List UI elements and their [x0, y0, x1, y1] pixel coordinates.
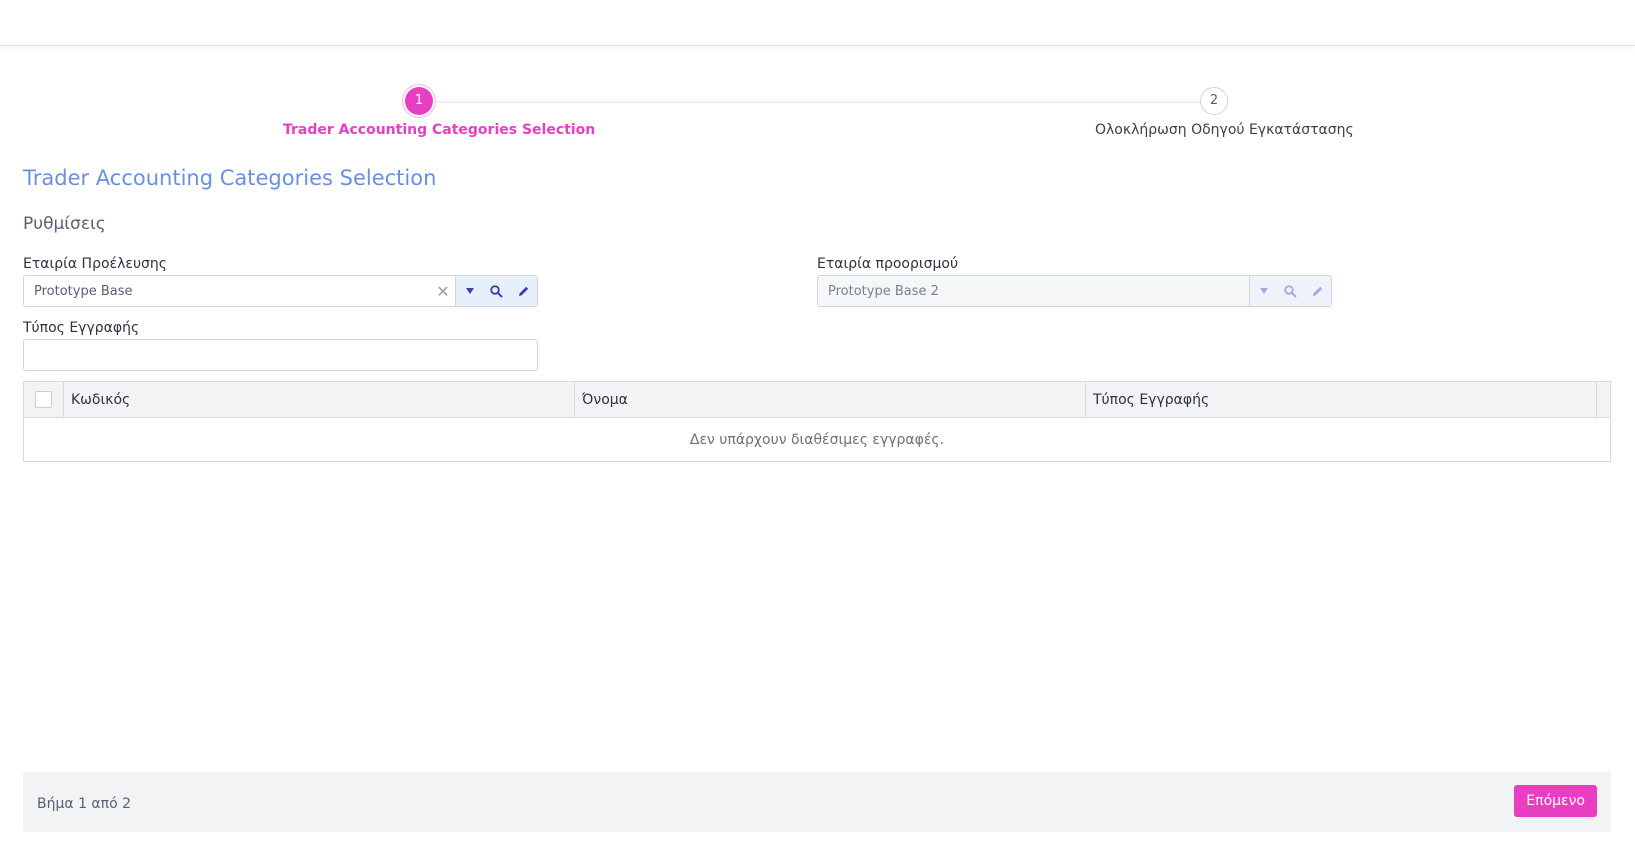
source-company-actions: [455, 276, 537, 306]
wizard-stepper: 1 Trader Accounting Categories Selection…: [0, 84, 1635, 144]
dropdown-caret-icon[interactable]: [456, 276, 483, 306]
step-1-label[interactable]: Trader Accounting Categories Selection: [283, 122, 595, 138]
records-grid: Κωδικός Όνομα Τύπος Εγγραφής Δεν υπάρχου…: [23, 381, 1611, 462]
record-type-input[interactable]: [23, 339, 538, 371]
step-2-label[interactable]: Ολοκλήρωση Οδηγού Εγκατάστασης: [1095, 122, 1354, 138]
target-company-lookup: [817, 275, 1332, 307]
step-1-indicator[interactable]: 1: [405, 87, 433, 115]
source-company-label: Εταιρία Προέλευσης: [23, 256, 168, 272]
stepper-connector: [420, 101, 1210, 103]
column-header-record-type[interactable]: Τύπος Εγγραφής: [1086, 382, 1597, 417]
next-button[interactable]: Επόμενο: [1514, 785, 1597, 817]
edit-pencil-icon[interactable]: [1304, 276, 1331, 306]
target-company-label: Εταιρία προορισμού: [817, 256, 959, 272]
select-all-checkbox[interactable]: [35, 391, 52, 408]
record-type-label: Τύπος Εγγραφής: [23, 320, 140, 336]
target-company-input[interactable]: [818, 276, 1249, 306]
column-header-filler: [1597, 382, 1610, 417]
dropdown-caret-icon[interactable]: [1250, 276, 1277, 306]
page-title: Trader Accounting Categories Selection: [23, 166, 437, 190]
wizard-footer: Βήμα 1 από 2 Επόμενο: [23, 772, 1611, 832]
grid-header: Κωδικός Όνομα Τύπος Εγγραφής: [24, 382, 1610, 418]
edit-pencil-icon[interactable]: [510, 276, 537, 306]
clear-icon[interactable]: ✕: [431, 276, 455, 306]
section-title: Ρυθμίσεις: [23, 214, 106, 234]
step-indicator-text: Βήμα 1 από 2: [37, 796, 132, 812]
column-header-name[interactable]: Όνομα: [575, 382, 1086, 417]
search-icon[interactable]: [483, 276, 510, 306]
source-company-input[interactable]: [24, 276, 431, 306]
column-header-code[interactable]: Κωδικός: [64, 382, 575, 417]
top-bar: [0, 0, 1635, 46]
target-company-actions: [1249, 276, 1331, 306]
search-icon[interactable]: [1277, 276, 1304, 306]
grid-empty-message: Δεν υπάρχουν διαθέσιμες εγγραφές.: [689, 431, 945, 448]
source-company-lookup: ✕: [23, 275, 538, 307]
select-all-cell: [24, 382, 64, 417]
step-2-indicator[interactable]: 2: [1200, 87, 1228, 115]
